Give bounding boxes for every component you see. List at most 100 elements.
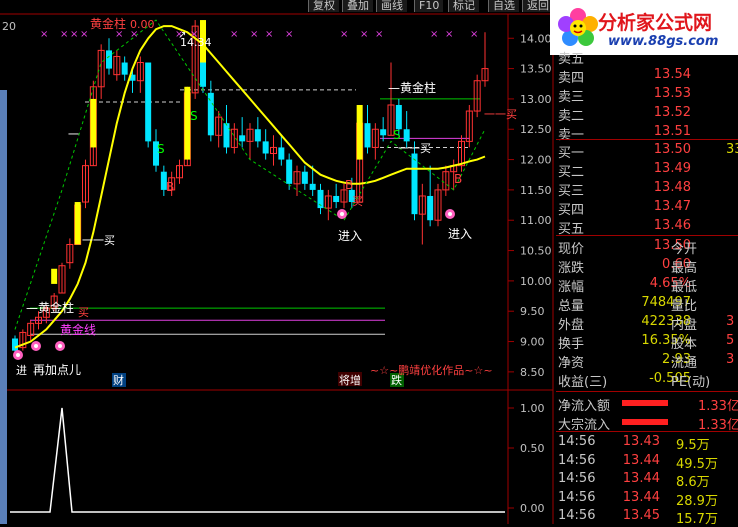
left-edge-strip [0,90,7,524]
stat-value-2: 3 [726,314,735,329]
gold-pillar-label: 黄金柱 [90,16,126,31]
gold-pillar-left-label: —黄金柱 [26,300,74,315]
gold-line-label: 黄金线 [60,322,96,337]
signal-x-marker: × [250,29,258,40]
flower-center-icon [16,353,20,357]
signal-x-marker: × [60,29,68,40]
candle-body-down [364,123,371,148]
candle-body-down [286,159,293,184]
enter-signal-2: 进入 [448,227,472,241]
lower-tick-label: 0.00 [520,502,545,515]
logo-title: 分析家公式网 [598,12,713,34]
buy-b-3: B [454,172,462,186]
back-button[interactable]: 返回 [522,0,553,12]
sell-level-label: 卖一 [558,128,585,143]
sell-level-price: 13.51 [653,124,691,139]
gold-pillar-value: 0.00 [130,18,155,31]
candle-body-down [427,195,434,221]
flow-bar [622,419,668,425]
buy-level-vol: 33 [726,142,738,157]
lower-tick-label: 1.00 [520,402,545,415]
watchlist-button[interactable]: 自选 [488,0,519,12]
buy-level-label: 买三 [558,184,585,199]
candle-body-down [380,129,387,136]
tick-price: 13.43 [622,434,660,449]
candle-body-down [239,135,246,142]
tick-time: 14:56 [558,434,596,449]
flower-center-icon [34,344,38,348]
buy-left-label-2: 买 [352,195,363,208]
y-tick-label: 12.50 [520,123,552,136]
stat-label: 换手 [558,337,585,352]
signal-x-marker: × [40,29,48,40]
buy-signal-3: 一一买 [398,142,431,155]
signal-x-marker: × [430,29,438,40]
sell-level-label: 卖五 [558,52,585,67]
sell-level-label: 卖二 [558,109,585,124]
tick-time: 14:56 [558,489,596,505]
stat-label-2: 最低 [671,280,698,295]
candle-body-down [333,195,340,203]
candle-body-down [411,153,418,215]
candle-body-down [121,62,128,75]
sell-s-1: S [190,109,198,123]
cai-badge-label: 财 [113,373,124,387]
candle-body-down [106,50,112,69]
sell-level-price: 13.52 [653,105,691,120]
sell-level-label: 卖三 [558,90,585,105]
signal-x-marker: × [470,29,478,40]
flow-label: 净流入额 [558,399,611,414]
buy-level-price: 13.46 [653,218,691,233]
candle-body-down [301,171,308,184]
stat-label-2: PE(动) [671,375,711,390]
flower-center-icon [448,212,452,216]
stat-value-2: 3 [726,352,735,367]
flower-center-icon [340,212,344,216]
stat-label: 涨跌 [558,261,585,276]
gold-pillar-right-label: —黄金柱 [388,80,436,95]
stat-value-2: 5 [726,333,735,348]
overlay-button[interactable]: 叠加 [342,0,373,12]
buy-level-price: 13.48 [653,180,691,195]
buy-signal-1: 一一买 [82,234,115,247]
tick-price: 13.44 [622,471,660,486]
peak-arrow-icon: ↗ [178,30,186,41]
candle-body-down [254,129,261,142]
y-tick-label: 13.50 [520,63,552,76]
tick-volume: 28.9万 [676,493,718,509]
quote-separator [556,391,738,392]
buy-level-label: 买四 [558,203,585,218]
tick-volume: 15.7万 [676,512,718,527]
logo-url: www.88gs.com [608,34,719,49]
draw-line-button[interactable]: 画线 [376,0,407,12]
signal-x-marker: × [375,29,383,40]
signal-x-marker: × [445,29,453,40]
buy-level-label: 买二 [558,165,585,180]
lower-tick-label: 0.50 [520,442,545,455]
candle-body-down [309,183,316,190]
enter-signal-1: 进入 [338,229,362,243]
fuquan-button[interactable]: 复权 [308,0,339,12]
sell-s-2: S [157,142,165,156]
gold-pillar-bar [184,86,191,160]
flower-logo-icon [558,8,598,46]
y-tick-label: 14.00 [520,32,552,45]
buy-b-2: B [345,178,353,192]
stat-label-2: 流通 [671,356,698,371]
site-logo: 分析家公式网 www.88gs.com [550,0,738,55]
tick-price: 13.44 [622,452,660,468]
stat-label: 现价 [558,242,585,257]
sell-s-3: S [393,128,401,142]
stat-label: 净资 [558,356,585,371]
f10-button[interactable]: F10 [414,0,444,12]
mark-button[interactable]: 标记 [448,0,479,12]
flow-value: 1.33亿 [698,399,738,414]
tick-volume: 8.6万 [676,475,710,490]
signal-x-marker: × [340,29,348,40]
signal-x-marker: × [285,29,293,40]
y-tick-label: 9.50 [520,305,545,318]
stat-label: 收益(三) [558,375,608,390]
dash-marker: 一 [68,128,79,141]
song-badge-label: 将增 [339,373,361,387]
signal-x-marker: × [80,29,88,40]
